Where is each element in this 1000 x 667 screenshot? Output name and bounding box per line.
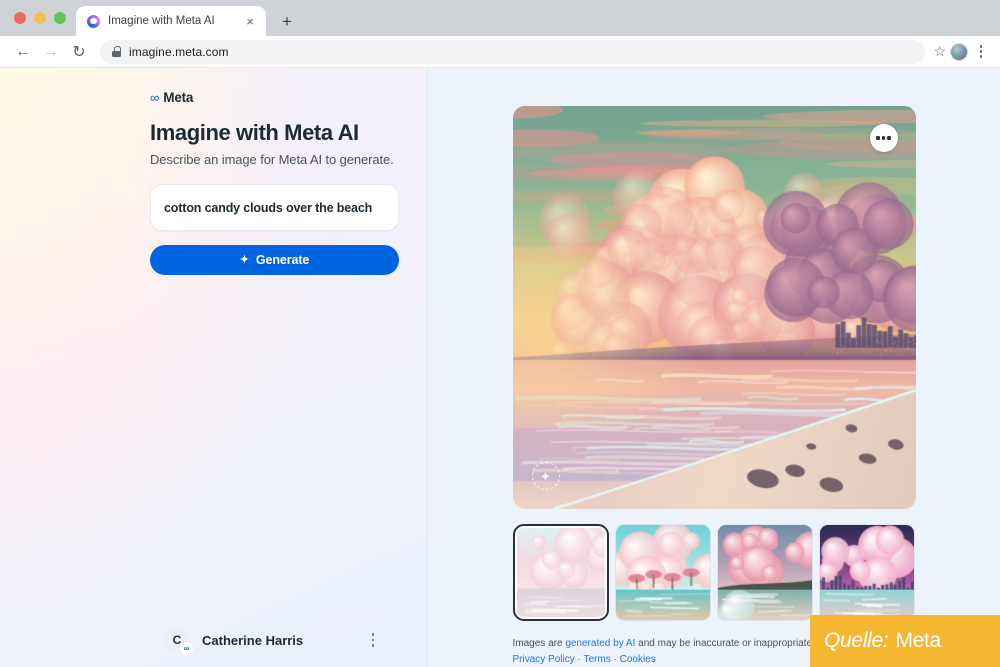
generated-image-canvas xyxy=(512,106,916,509)
generated-by-ai-link[interactable]: generated by AI xyxy=(565,638,635,649)
meta-badge-icon: ∞ xyxy=(180,642,193,655)
thumbnail-item[interactable] xyxy=(512,524,609,621)
browser-window: Imagine with Meta AI × + ← → ↻ imagine.m… xyxy=(0,0,1000,667)
close-tab-button[interactable]: × xyxy=(242,13,258,29)
thumbnail-item[interactable] xyxy=(819,524,916,621)
toolbar-actions: ☆ xyxy=(933,42,990,61)
thumbnail-item[interactable] xyxy=(614,524,712,621)
imagined-with-ai-badge: ✦ xyxy=(531,462,560,490)
three-dot-vertical-icon[interactable] xyxy=(972,45,990,58)
thumbnail-canvas xyxy=(718,525,813,620)
disclaimer-prefix: Images are xyxy=(512,638,566,649)
user-menu-icon[interactable] xyxy=(363,633,383,647)
page-title: Imagine with Meta AI xyxy=(150,120,359,145)
generate-button[interactable]: ✦ Generate xyxy=(150,245,399,275)
page-subtitle: Describe an image for Meta AI to generat… xyxy=(150,152,394,167)
left-panel-content: ∞ Meta Imagine with Meta AI Describe an … xyxy=(0,68,427,275)
source-watermark: Quelle: Meta xyxy=(810,615,1000,667)
close-window-button[interactable] xyxy=(14,12,26,24)
maximize-window-button[interactable] xyxy=(54,12,66,24)
back-button[interactable]: ← xyxy=(10,39,36,65)
meta-ai-ring-icon xyxy=(87,14,100,28)
browser-tab[interactable]: Imagine with Meta AI × xyxy=(76,6,266,36)
right-panel: ✦ Images are generated by AI and may be … xyxy=(428,68,1000,667)
minimize-window-button[interactable] xyxy=(34,12,46,24)
user-name: Catherine Harris xyxy=(202,632,304,648)
left-panel-spacer xyxy=(0,275,427,627)
three-dot-horizontal-icon[interactable] xyxy=(869,124,898,152)
avatar: C ∞ xyxy=(164,627,193,655)
generated-image[interactable] xyxy=(512,106,916,509)
bookmark-star-icon[interactable]: ☆ xyxy=(933,43,946,60)
reload-button[interactable]: ↻ xyxy=(66,39,92,65)
generate-button-label: Generate xyxy=(255,253,310,267)
thumbnail-item[interactable] xyxy=(717,524,814,621)
terms-link[interactable]: Terms xyxy=(583,654,610,665)
forward-button[interactable]: → xyxy=(38,39,64,65)
profile-avatar-icon[interactable] xyxy=(950,42,968,61)
url-text: imagine.meta.com xyxy=(129,44,229,59)
browser-toolbar: ← → ↻ imagine.meta.com ☆ xyxy=(0,36,1000,68)
meta-logo: ∞ Meta xyxy=(150,90,427,105)
thumbnail-strip xyxy=(512,524,916,621)
tab-title: Imagine with Meta AI xyxy=(108,15,215,27)
left-panel: ∞ Meta Imagine with Meta AI Describe an … xyxy=(0,68,428,667)
privacy-policy-link[interactable]: Privacy Policy xyxy=(513,654,575,665)
meta-wordmark: Meta xyxy=(163,90,194,105)
prompt-input-value: cotton candy clouds over the beach xyxy=(164,200,373,215)
prompt-input[interactable]: cotton candy clouds over the beach xyxy=(150,184,399,231)
thumbnail-canvas xyxy=(820,525,915,620)
watermark-source: Meta xyxy=(895,629,941,652)
meta-infinity-icon: ∞ xyxy=(150,90,160,105)
new-tab-button[interactable]: + xyxy=(274,8,300,34)
window-controls xyxy=(10,0,76,36)
page-viewport: ∞ Meta Imagine with Meta AI Describe an … xyxy=(0,68,1000,667)
sparkle-icon: ✦ xyxy=(239,253,249,266)
disclaimer-suffix: and may be inaccurate or inappropriate. xyxy=(635,638,815,649)
watermark-prefix: Quelle: xyxy=(824,629,889,652)
lock-icon xyxy=(112,46,121,57)
thumbnail-canvas xyxy=(615,525,711,620)
tab-strip: Imagine with Meta AI × + xyxy=(0,0,1000,36)
link-separator-2: · xyxy=(610,653,620,665)
user-profile-row[interactable]: C ∞ Catherine Harris xyxy=(0,627,427,667)
address-bar[interactable]: imagine.meta.com xyxy=(100,39,926,64)
thumbnail-canvas xyxy=(516,528,605,617)
generated-image-container: ✦ xyxy=(512,106,916,509)
cookies-link[interactable]: Cookies xyxy=(620,654,656,665)
